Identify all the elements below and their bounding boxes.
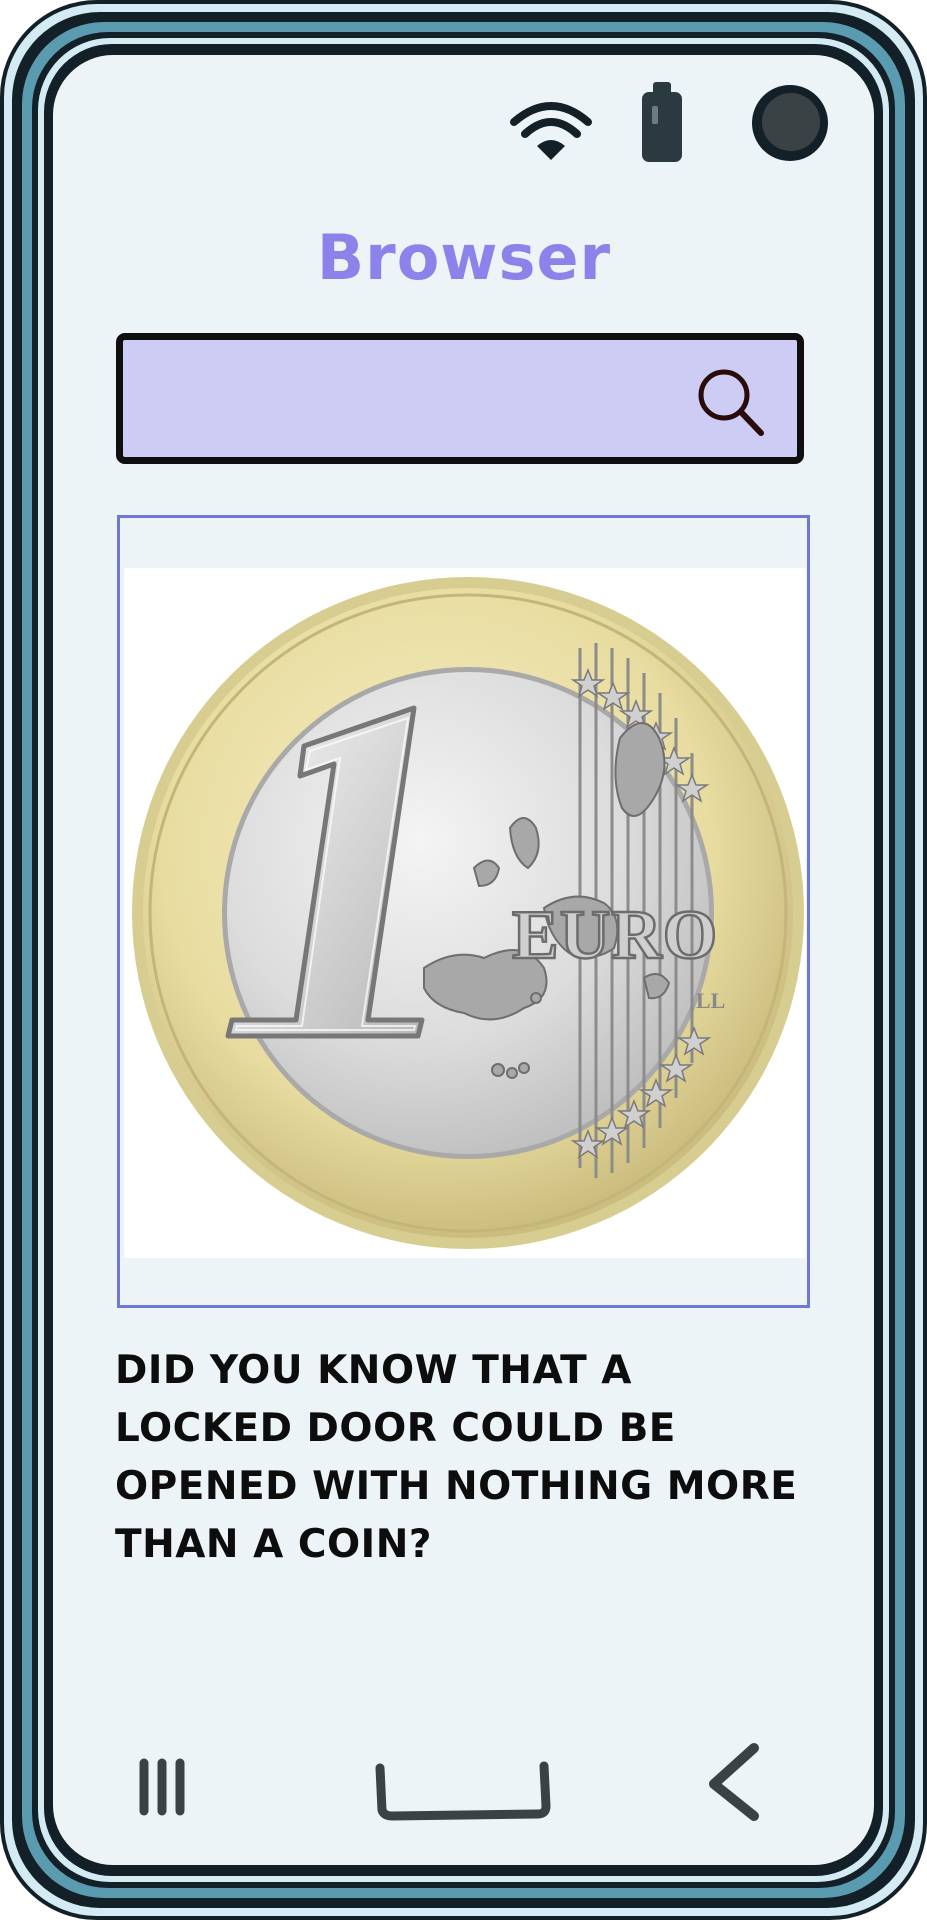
result-card[interactable]: EURO LL — [117, 515, 810, 1308]
article-text: Did you know that a locked door could be… — [115, 1348, 798, 1567]
camera-icon — [752, 85, 828, 161]
coin-image: EURO LL — [124, 568, 806, 1258]
recent-apps-icon[interactable] — [134, 1757, 194, 1817]
search-icon[interactable] — [691, 362, 771, 442]
phone-frame: Browser EURO LL DID YOU KNOW THAT A LOCK… — [0, 0, 927, 1920]
wifi-icon — [510, 102, 592, 160]
battery-icon — [642, 82, 682, 162]
home-icon[interactable] — [372, 1760, 554, 1822]
back-icon[interactable] — [702, 1740, 768, 1824]
search-bar[interactable] — [116, 333, 804, 464]
coin-initials: LL — [696, 988, 725, 1013]
app-title: Browser — [316, 221, 612, 294]
search-input[interactable] — [143, 358, 687, 442]
coin-currency-label: EURO — [512, 897, 718, 974]
